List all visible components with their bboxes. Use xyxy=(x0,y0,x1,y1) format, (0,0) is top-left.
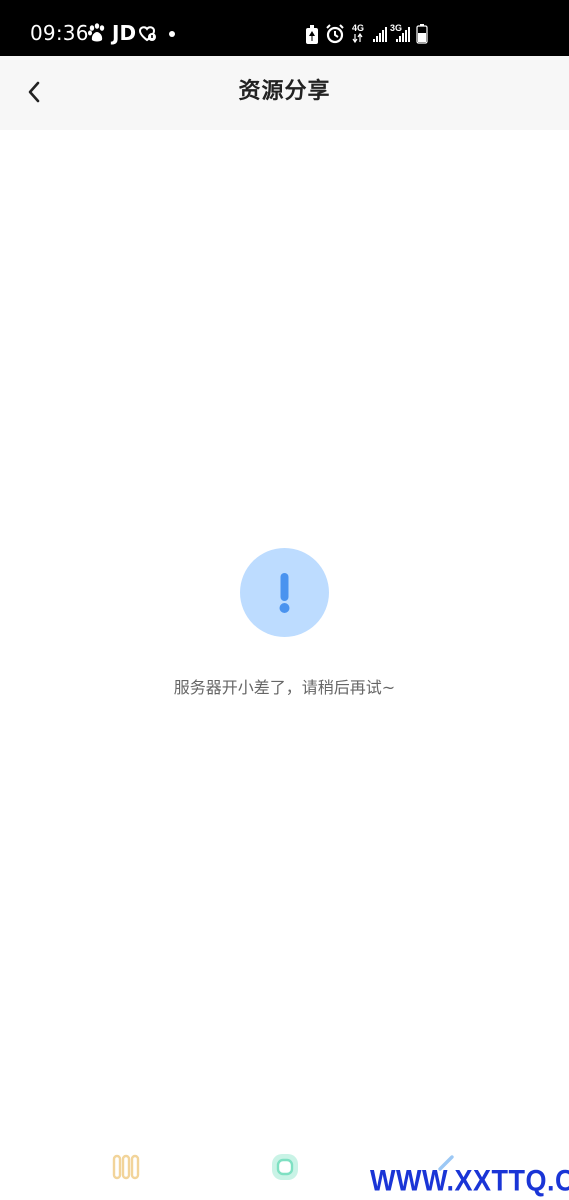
exclamation-icon xyxy=(279,573,290,613)
error-circle xyxy=(240,548,329,637)
jd-app-icon: JD xyxy=(112,21,137,45)
recent-apps-icon xyxy=(112,1154,140,1180)
notification-dot-icon xyxy=(169,31,175,37)
signal-3g-label: 3G xyxy=(390,23,402,33)
baidu-paw-icon xyxy=(88,23,105,42)
alarm-icon xyxy=(326,24,344,44)
status-bar: 09:36 JD 4G 3G xyxy=(0,0,569,56)
header-bar: 资源分享 xyxy=(0,56,569,130)
signal-4g-icon: 4G xyxy=(352,23,387,44)
battery-saver-icon xyxy=(306,25,318,44)
signal-4g-label: 4G xyxy=(352,23,364,33)
error-message: 服务器开小差了，请稍后再试~ xyxy=(173,678,396,697)
signal-3g-icon: 3G xyxy=(390,23,410,42)
page-title: 资源分享 xyxy=(238,79,331,104)
watermark-text: WWW.XXTTQ.COM xyxy=(370,1164,569,1198)
security-shield-icon xyxy=(138,26,156,42)
status-time: 09:36 xyxy=(30,21,89,45)
recent-apps-button[interactable] xyxy=(101,1142,151,1192)
screen: 09:36 JD 4G 3G 资源分享 服务器开小差了，请稍后再试~ WWW.X… xyxy=(0,0,569,1200)
home-icon xyxy=(272,1154,298,1180)
home-button[interactable] xyxy=(260,1142,310,1192)
battery-icon xyxy=(416,24,428,44)
